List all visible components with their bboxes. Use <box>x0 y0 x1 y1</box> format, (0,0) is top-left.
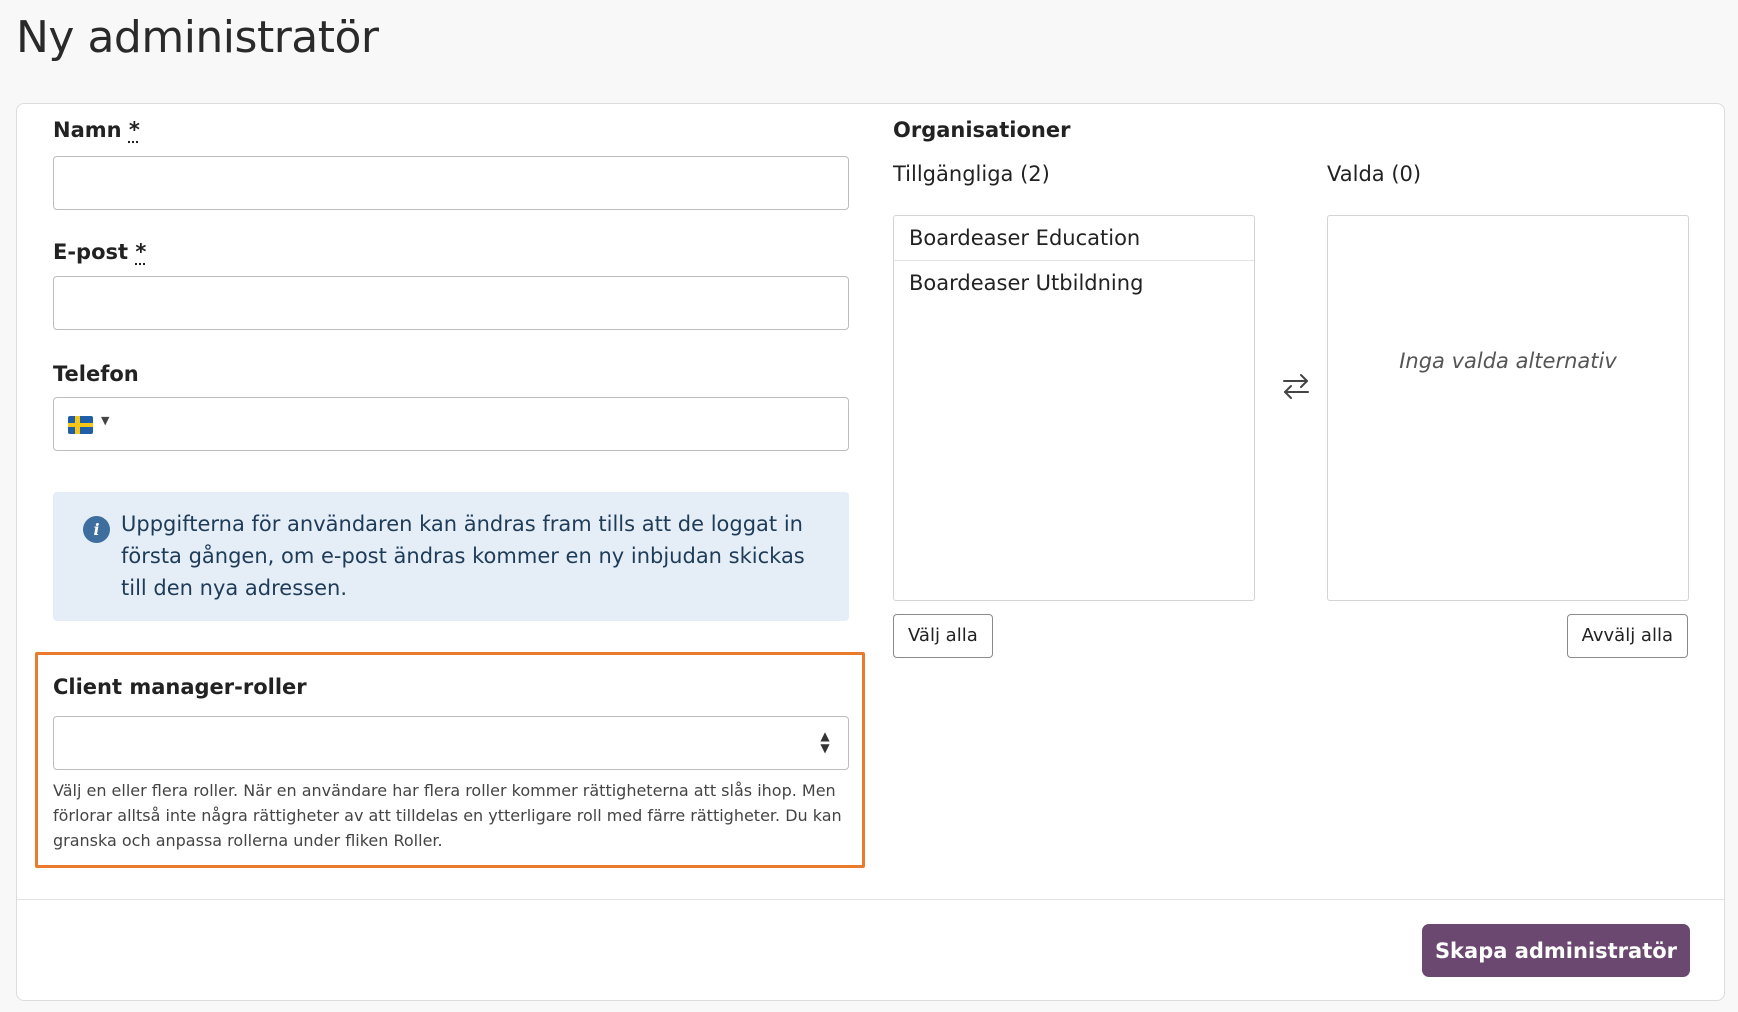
list-item[interactable]: Boardeaser Education <box>894 216 1254 261</box>
admin-form-card: Namn * E-post * Telefon ▼ i Uppgifterna … <box>16 103 1725 1001</box>
sweden-flag-icon[interactable] <box>68 416 93 434</box>
email-input[interactable] <box>53 276 849 330</box>
country-dropdown-caret-icon[interactable]: ▼ <box>101 414 109 427</box>
name-label-text: Namn <box>53 118 122 142</box>
selected-list[interactable]: Inga valda alternativ <box>1327 215 1689 601</box>
info-alert: i Uppgifterna för användaren kan ändras … <box>53 492 849 621</box>
roles-select[interactable]: ▲ ▼ <box>53 716 849 770</box>
name-input[interactable] <box>53 156 849 210</box>
available-list[interactable]: Boardeaser Education Boardeaser Utbildni… <box>893 215 1255 601</box>
roles-help-text: Välj en eller flera roller. När en använ… <box>53 781 842 850</box>
list-item[interactable]: Boardeaser Utbildning <box>894 261 1254 306</box>
available-header: Tillgängliga (2) <box>893 162 1050 186</box>
selected-header: Valda (0) <box>1327 162 1422 186</box>
email-label: E-post * <box>53 240 146 264</box>
phone-label: Telefon <box>53 362 139 386</box>
select-sort-icon: ▲ ▼ <box>820 729 830 755</box>
info-icon: i <box>83 516 110 543</box>
empty-selection-text: Inga valda alternativ <box>1399 349 1617 373</box>
name-label: Namn * <box>53 118 140 142</box>
organizations-label: Organisationer <box>893 118 1071 142</box>
page-title: Ny administratör <box>16 12 379 63</box>
phone-input[interactable]: ▼ <box>53 397 849 451</box>
swap-arrows-icon[interactable] <box>1281 371 1311 401</box>
footer-divider <box>17 899 1724 900</box>
roles-label: Client manager-roller <box>53 675 307 699</box>
email-label-text: E-post <box>53 240 129 264</box>
select-all-button[interactable]: Välj alla <box>893 614 993 658</box>
email-required-mark: * <box>135 240 147 264</box>
info-alert-text: Uppgifterna för användaren kan ändras fr… <box>121 512 805 600</box>
deselect-all-button[interactable]: Avvälj alla <box>1566 614 1688 658</box>
name-required-mark: * <box>128 118 140 142</box>
create-admin-button[interactable]: Skapa administratör <box>1422 924 1690 977</box>
